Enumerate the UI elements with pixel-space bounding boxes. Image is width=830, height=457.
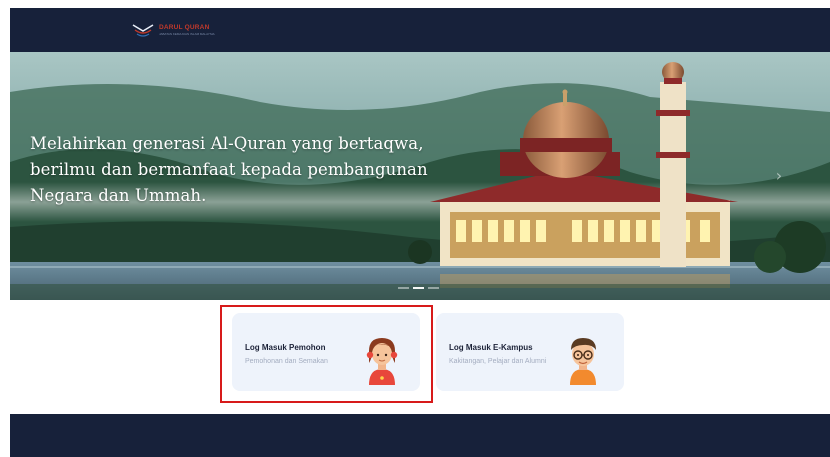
hero-carousel: Melahirkan generasi Al-Quran yang bertaq… <box>10 52 830 300</box>
applicant-login-card[interactable]: Log Masuk Pemohon Pemohonan dan Semakan <box>232 313 420 391</box>
top-navbar: DARUL QURAN JABATAN KEMAJUAN ISLAM MALAY… <box>10 8 830 52</box>
card-title: Log Masuk Pemohon <box>245 343 326 352</box>
carousel-next-arrow-icon[interactable]: › <box>772 166 786 186</box>
hero-tagline-line: Negara dan Ummah. <box>30 186 207 205</box>
hero-tagline: Melahirkan generasi Al-Quran yang bertaq… <box>30 131 470 209</box>
site-logo[interactable]: DARUL QURAN JABATAN KEMAJUAN ISLAM MALAY… <box>130 21 215 39</box>
card-title: Log Masuk E-Kampus <box>449 343 533 352</box>
page-footer <box>10 414 830 457</box>
card-subtitle: Kakitangan, Pelajar dan Alumni <box>449 358 547 365</box>
girl-avatar-icon <box>366 338 398 385</box>
carousel-dot[interactable] <box>398 287 409 289</box>
carousel-dot[interactable] <box>428 287 439 289</box>
card-subtitle: Pemohonan dan Semakan <box>245 358 328 365</box>
logo-subtext: JABATAN KEMAJUAN ISLAM MALAYSIA <box>159 32 215 36</box>
logo-emblem-icon <box>132 24 154 37</box>
boy-with-glasses-avatar-icon <box>570 338 596 385</box>
ekampus-login-card[interactable]: Log Masuk E-Kampus Kakitangan, Pelajar d… <box>436 313 624 391</box>
logo-text: DARUL QURAN <box>159 24 210 31</box>
login-options: Log Masuk Pemohon Pemohonan dan Semakan … <box>0 313 830 393</box>
hero-tagline-line: Melahirkan generasi Al-Quran yang bertaq… <box>30 134 424 153</box>
hero-tagline-line: berilmu dan bermanfaat kepada pembanguna… <box>30 160 428 179</box>
carousel-dot-active[interactable] <box>413 287 424 289</box>
carousel-indicators <box>398 287 439 289</box>
